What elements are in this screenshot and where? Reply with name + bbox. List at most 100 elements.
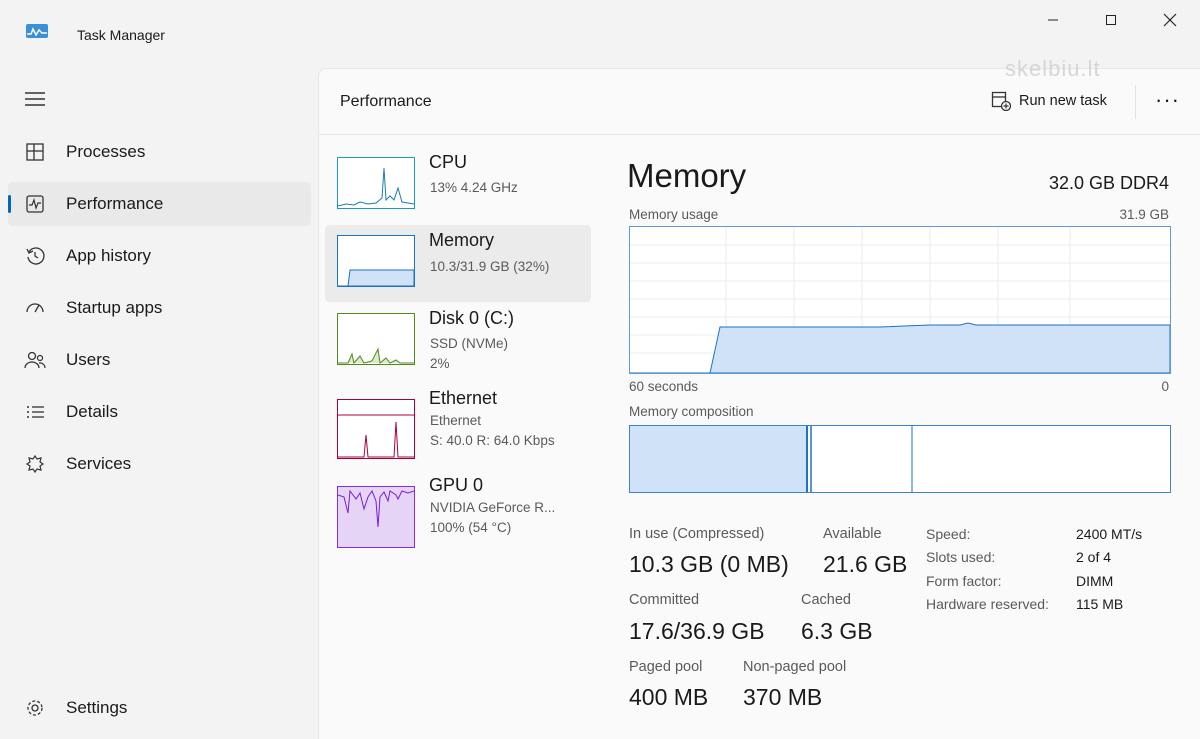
more-options-button[interactable]: ··· (1155, 87, 1180, 113)
minimize-button[interactable] (1024, 0, 1082, 40)
device-detail: Ethernet (430, 413, 482, 428)
spec-value: 2 of 4 (1076, 549, 1112, 565)
spec-value: 2400 MT/s (1076, 526, 1143, 542)
disk-sparkline (338, 347, 414, 364)
paged-pool-value: 400 MB (629, 684, 709, 710)
sidebar-item-users[interactable]: Users (8, 338, 311, 382)
close-icon (1163, 13, 1177, 27)
sidebar-item-label: Details (66, 402, 118, 421)
sidebar-item-services[interactable]: Services (8, 442, 311, 486)
memory-usage-graph (629, 226, 1171, 374)
device-detail: S: 40.0 R: 64.0 Kbps (430, 433, 555, 448)
sidebar-item-label: Users (66, 350, 111, 369)
sidebar-item-label: Performance (66, 194, 164, 213)
device-memory[interactable]: Memory 10.3/31.9 GB (32%) (325, 225, 591, 302)
available-value: 21.6 GB (823, 551, 908, 577)
device-name: Disk 0 (C:) (429, 308, 514, 328)
sidebar-item-label: Startup apps (66, 298, 163, 317)
spec-label: Form factor: (926, 573, 1002, 589)
device-cpu[interactable]: CPU 13% 4.24 GHz (325, 147, 591, 224)
maximize-button[interactable] (1082, 0, 1140, 40)
sidebar-item-label: Services (66, 454, 132, 473)
task-manager-icon (26, 24, 48, 38)
gpu-sparkline (338, 489, 414, 528)
memory-composition-chart (630, 426, 913, 492)
users-icon (24, 350, 46, 370)
cpu-sparkline (338, 167, 414, 207)
close-button[interactable] (1141, 0, 1199, 40)
available-label: Available (823, 526, 882, 542)
paged-pool-label: Paged pool (629, 659, 703, 675)
spec-label: Speed: (926, 526, 971, 542)
header-divider (1135, 85, 1136, 119)
watermark: skelbiu.lt (1005, 56, 1101, 81)
sidebar-item-details[interactable]: Details (8, 390, 311, 434)
memory-composition-label: Memory composition (629, 404, 754, 419)
in-use-label: In use (Compressed) (629, 526, 765, 542)
nonpaged-pool-label: Non-paged pool (743, 659, 847, 675)
window-title: Task Manager (77, 27, 165, 43)
sidebar-item-processes[interactable]: Processes (8, 130, 311, 174)
spec-label: Hardware reserved: (926, 596, 1049, 612)
memory-spec: 32.0 GB DDR4 (1048, 173, 1169, 193)
cached-value: 6.3 GB (801, 618, 873, 644)
sidebar-item-label: Processes (66, 142, 146, 161)
device-detail: 10.3/31.9 GB (32%) (430, 259, 550, 274)
device-disk[interactable]: Disk 0 (C:) SSD (NVMe) 2% (325, 303, 591, 380)
device-detail: 2% (430, 356, 450, 371)
spec-value: 115 MB (1076, 596, 1124, 612)
gear-icon (24, 698, 46, 718)
memory-thumbnail (337, 235, 415, 287)
startup-apps-icon (24, 298, 46, 318)
device-gpu[interactable]: GPU 0 NVIDIA GeForce R... 100% (54 °C) (325, 475, 591, 553)
disk-thumbnail (337, 313, 415, 365)
device-name: Memory (429, 230, 495, 250)
nonpaged-pool-value: 370 MB (743, 684, 823, 710)
sidebar-item-label: Settings (66, 698, 128, 717)
services-icon (24, 454, 46, 474)
app-history-icon (24, 246, 46, 266)
minimize-icon (1048, 19, 1058, 21)
memory-usage-label: Memory usage (629, 207, 719, 222)
memory-heading: Memory (627, 157, 747, 194)
device-ethernet[interactable]: Ethernet Ethernet S: 40.0 R: 64.0 Kbps (325, 388, 591, 466)
sidebar-item-app-history[interactable]: App history (8, 234, 311, 278)
sidebar-item-label: App history (66, 246, 152, 265)
sidebar-item-performance[interactable]: Performance (8, 182, 311, 226)
details-icon (24, 402, 46, 422)
gpu-thumbnail (337, 486, 415, 548)
sidebar-item-startup-apps[interactable]: Startup apps (8, 286, 311, 330)
spec-value: DIMM (1076, 573, 1114, 589)
run-new-task-button[interactable]: Run new task (991, 91, 1107, 111)
device-detail: 13% 4.24 GHz (430, 180, 518, 195)
memory-usage-max: 31.9 GB (1119, 207, 1169, 222)
device-detail: SSD (NVMe) (430, 336, 509, 351)
processes-icon (24, 142, 46, 162)
cpu-thumbnail (337, 157, 415, 209)
run-task-icon (991, 91, 1011, 111)
sidebar-item-settings[interactable]: Settings (8, 686, 311, 730)
device-detail: 100% (54 °C) (430, 520, 512, 535)
performance-icon (24, 194, 46, 214)
device-detail: NVIDIA GeForce R... (430, 500, 556, 515)
page-title: Performance (340, 93, 432, 110)
cached-label: Cached (801, 592, 851, 608)
memory-composition-bar (629, 425, 1171, 493)
memory-usage-chart (630, 227, 1171, 374)
graph-x-right-label: 0 (1161, 379, 1169, 394)
committed-label: Committed (629, 592, 700, 608)
spec-label: Slots used: (926, 549, 996, 565)
active-indicator (8, 195, 11, 213)
main-panel: Performance Run new task ··· CPU 13% 4.2… (318, 68, 1200, 739)
device-name: CPU (429, 152, 468, 172)
memory-sparkline (338, 269, 414, 286)
run-new-task-label: Run new task (1019, 93, 1107, 109)
in-use-value: 10.3 GB (0 MB) (629, 551, 789, 577)
hamburger-menu-icon[interactable] (24, 90, 46, 108)
maximize-icon (1106, 15, 1116, 25)
ethernet-sparkline (338, 414, 414, 458)
graph-x-left-label: 60 seconds (629, 379, 699, 394)
device-name: GPU 0 (429, 475, 484, 495)
committed-value: 17.6/36.9 GB (629, 618, 765, 644)
ethernet-thumbnail (337, 399, 415, 459)
